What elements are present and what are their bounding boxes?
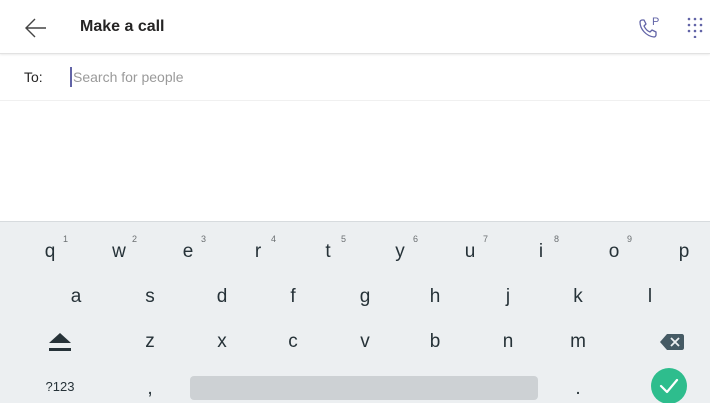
key-n[interactable]: n [486,324,530,360]
key-hint: 6 [412,234,418,244]
key-m[interactable]: m [556,324,600,360]
key-label: e [182,241,194,262]
back-button[interactable] [24,17,48,39]
period-key[interactable]: . [556,371,600,403]
key-label: t [325,241,331,262]
key-hint: 3 [200,234,206,244]
key-s[interactable]: s [128,279,172,315]
svg-text:P: P [652,16,659,28]
app-header: Make a call P [0,0,710,54]
key-d[interactable]: d [200,279,244,315]
key-label: w [112,241,126,262]
key-f[interactable]: f [271,279,315,315]
key-e[interactable]: e 3 [164,234,212,270]
search-people-input[interactable] [73,63,673,91]
key-h[interactable]: h [413,279,457,315]
key-label: q [44,241,56,262]
phone-park-icon: P [639,16,659,38]
on-screen-keyboard: q 1 w 2 e 3 r 4 t 5 y 6 u 7 i 8 o 9 p a … [0,221,710,403]
park-call-button[interactable]: P [637,14,663,40]
key-o[interactable]: o 9 [590,234,638,270]
key-v[interactable]: v [343,324,387,360]
key-a[interactable]: a [54,279,98,315]
checkmark-icon [659,378,679,394]
page-title: Make a call [80,18,165,35]
key-hint: 9 [626,234,632,244]
shift-icon [49,333,71,351]
key-x[interactable]: x [200,324,244,360]
key-l[interactable]: l [628,279,672,315]
backspace-icon [660,334,684,350]
key-q[interactable]: q 1 [26,234,74,270]
spacebar[interactable] [190,376,538,400]
key-label: u [464,241,476,262]
arrow-left-icon [25,18,46,38]
key-p[interactable]: p [660,234,708,270]
text-cursor [70,67,72,87]
comma-key[interactable]: , [128,371,172,403]
key-k[interactable]: k [556,279,600,315]
recipient-row: To: [0,55,710,101]
key-t[interactable]: t 5 [304,234,352,270]
key-hint: 5 [340,234,346,244]
key-label: o [608,241,620,262]
key-b[interactable]: b [413,324,457,360]
key-y[interactable]: y 6 [376,234,424,270]
key-z[interactable]: z [128,324,172,360]
key-label: p [678,241,690,262]
dialpad-icon [687,17,703,39]
key-hint: 1 [62,234,68,244]
key-g[interactable]: g [343,279,387,315]
key-hint: 2 [131,234,137,244]
key-label: y [395,241,405,262]
key-w[interactable]: w 2 [95,234,143,270]
key-hint: 8 [553,234,559,244]
enter-button[interactable] [651,368,687,403]
symbols-key[interactable]: ?123 [34,368,86,403]
key-hint: 4 [270,234,276,244]
key-hint: 7 [482,234,488,244]
to-label: To: [24,69,43,85]
key-c[interactable]: c [271,324,315,360]
key-j[interactable]: j [486,279,530,315]
key-r[interactable]: r 4 [234,234,282,270]
key-i[interactable]: i 8 [517,234,565,270]
shift-key[interactable] [34,324,86,360]
key-label: r [254,241,262,262]
key-label: i [538,241,544,262]
dialpad-button[interactable] [686,16,704,39]
backspace-key[interactable] [650,324,694,360]
key-u[interactable]: u 7 [446,234,494,270]
